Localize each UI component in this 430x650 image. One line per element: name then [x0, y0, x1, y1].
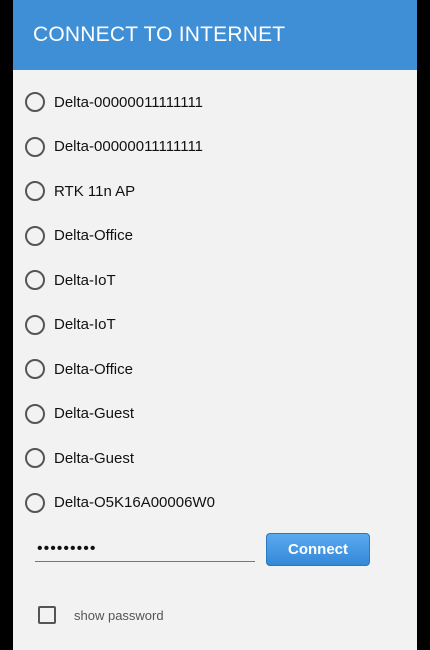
network-label: Delta-IoT: [54, 271, 116, 289]
dialog-header: CONNECT TO INTERNET: [13, 0, 417, 70]
radio-button[interactable]: [25, 225, 45, 246]
show-password-label: show password: [74, 607, 164, 623]
network-label: Delta-IoT: [54, 316, 116, 334]
network-label: Delta-Office: [54, 360, 133, 378]
password-input[interactable]: [35, 536, 255, 562]
connect-button[interactable]: Connect: [266, 533, 370, 566]
password-row: Connect: [13, 530, 417, 570]
radio-button[interactable]: [25, 270, 45, 291]
network-item[interactable]: Delta-Office: [13, 214, 417, 259]
radio-button[interactable]: [25, 314, 45, 335]
radio-button[interactable]: [25, 136, 45, 157]
show-password-checkbox[interactable]: [38, 606, 56, 624]
radio-button[interactable]: [25, 92, 45, 113]
radio-button[interactable]: [25, 448, 45, 469]
network-label: Delta-00000011111111: [54, 93, 204, 111]
radio-button[interactable]: [25, 181, 45, 202]
dialog-title: CONNECT TO INTERNET: [33, 23, 286, 46]
network-item[interactable]: Delta-00000011111111: [13, 125, 417, 170]
network-item[interactable]: Delta-Office: [13, 347, 417, 392]
radio-button[interactable]: [25, 359, 45, 380]
network-item[interactable]: Delta-Guest: [13, 392, 417, 437]
network-label: RTK 11n AP: [54, 182, 136, 200]
show-password-toggle[interactable]: show password: [38, 606, 164, 624]
network-item[interactable]: Delta-IoT: [13, 258, 417, 303]
network-item[interactable]: RTK 11n AP: [13, 169, 417, 214]
network-item[interactable]: Delta-Guest: [13, 436, 417, 481]
network-item[interactable]: Delta-IoT: [13, 303, 417, 348]
connect-dialog: CONNECT TO INTERNET Delta-00000011111111…: [13, 0, 417, 650]
radio-button[interactable]: [25, 403, 45, 424]
network-label: Delta-O5K16A00006W0: [54, 494, 215, 512]
network-item[interactable]: Delta-O5K16A00006W0: [13, 481, 417, 526]
network-label: Delta-Guest: [54, 405, 135, 423]
network-item[interactable]: Delta-00000011111111: [13, 80, 417, 125]
network-label: Delta-Office: [54, 227, 133, 245]
network-label: Delta-Guest: [54, 449, 135, 467]
network-label: Delta-00000011111111: [54, 138, 204, 156]
network-list: Delta-00000011111111 Delta-0000001111111…: [13, 80, 417, 525]
radio-button[interactable]: [25, 492, 45, 513]
